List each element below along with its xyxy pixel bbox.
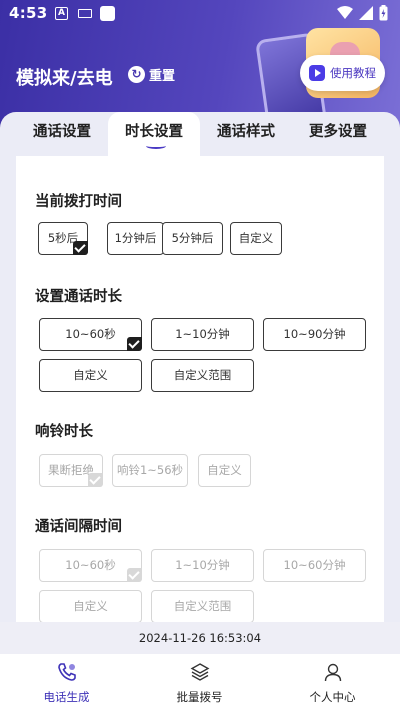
status-icons [337, 5, 388, 21]
option-custom-dial[interactable]: 自定义 [230, 222, 282, 255]
option-10-60s[interactable]: 10~60秒 [39, 318, 142, 351]
checked-icon [127, 568, 142, 582]
option-interval-10-60min[interactable]: 10~60分钟 [263, 549, 366, 582]
nav-batch-dial[interactable]: 批量拨号 [133, 654, 266, 711]
signal-icon [359, 6, 373, 20]
option-interval-10-60s[interactable]: 10~60秒 [39, 549, 142, 582]
option-5min[interactable]: 5分钟后 [162, 222, 223, 255]
tutorial-label: 使用教程 [330, 66, 376, 80]
option-interval-1-10min[interactable]: 1~10分钟 [151, 549, 254, 582]
nav-phone-generate[interactable]: 电话生成 [0, 654, 133, 711]
tab-bar: 通话设置 时长设置 通话样式 更多设置 [0, 112, 400, 156]
user-icon [324, 663, 342, 682]
tab-active-indicator [146, 143, 166, 149]
option-1min[interactable]: 1分钟后 [107, 222, 164, 255]
checked-icon [88, 473, 103, 487]
datetime-bar: 2024-11-26 16:53:04 [0, 622, 400, 654]
bottom-nav: 电话生成 批量拨号 个人中心 [0, 654, 400, 711]
page-title: 模拟来/去电 [16, 68, 113, 89]
tutorial-button[interactable]: 使用教程 [300, 55, 385, 91]
reset-button[interactable]: ↻ 重置 [128, 65, 175, 84]
phone-icon [58, 663, 76, 681]
option-custom-range-duration[interactable]: 自定义范围 [151, 359, 254, 392]
layers-icon [190, 663, 210, 681]
option-reject[interactable]: 果断拒绝 [39, 454, 103, 487]
option-5s[interactable]: 5秒后 [38, 222, 88, 255]
a-icon: A [55, 7, 68, 20]
option-custom-ring[interactable]: 自定义 [198, 454, 251, 487]
play-icon [309, 65, 325, 81]
duration-settings-card: 当前拨打时间 5秒后 1分钟后 5分钟后 自定义 设置通话时长 10~60秒 1… [16, 156, 384, 622]
section-title-ring-duration: 响铃时长 [35, 424, 93, 440]
section-title-call-interval: 通话间隔时间 [35, 519, 122, 535]
battery-icon [379, 5, 388, 21]
nav-personal-center[interactable]: 个人中心 [266, 654, 399, 711]
keyboard-icon [78, 9, 92, 18]
section-title-call-duration: 设置通话时长 [35, 289, 122, 305]
option-custom-duration[interactable]: 自定义 [39, 359, 142, 392]
app-notification-icon [100, 6, 115, 21]
option-10-90min[interactable]: 10~90分钟 [263, 318, 366, 351]
reset-label: 重置 [149, 69, 176, 84]
tab-call-style[interactable]: 通话样式 [200, 112, 292, 156]
option-ring-1-56s[interactable]: 响铃1~56秒 [112, 454, 188, 487]
option-1-10min[interactable]: 1~10分钟 [151, 318, 254, 351]
wifi-icon [337, 6, 353, 19]
tab-duration-settings[interactable]: 时长设置 [108, 112, 200, 156]
status-bar: 4:53 A [0, 0, 400, 28]
tab-more-settings[interactable]: 更多设置 [292, 112, 384, 156]
checked-icon [127, 337, 142, 351]
tab-call-settings[interactable]: 通话设置 [16, 112, 108, 156]
section-title-dial-time: 当前拨打时间 [35, 194, 122, 210]
settings-panel: 通话设置 时长设置 通话样式 更多设置 当前拨打时间 5秒后 1分钟后 5分钟后… [0, 112, 400, 622]
reset-icon: ↻ [128, 66, 145, 83]
option-interval-custom[interactable]: 自定义 [39, 590, 142, 622]
option-interval-custom-range[interactable]: 自定义范围 [151, 590, 254, 622]
status-time: 4:53 [9, 4, 48, 22]
checked-icon [73, 241, 88, 255]
